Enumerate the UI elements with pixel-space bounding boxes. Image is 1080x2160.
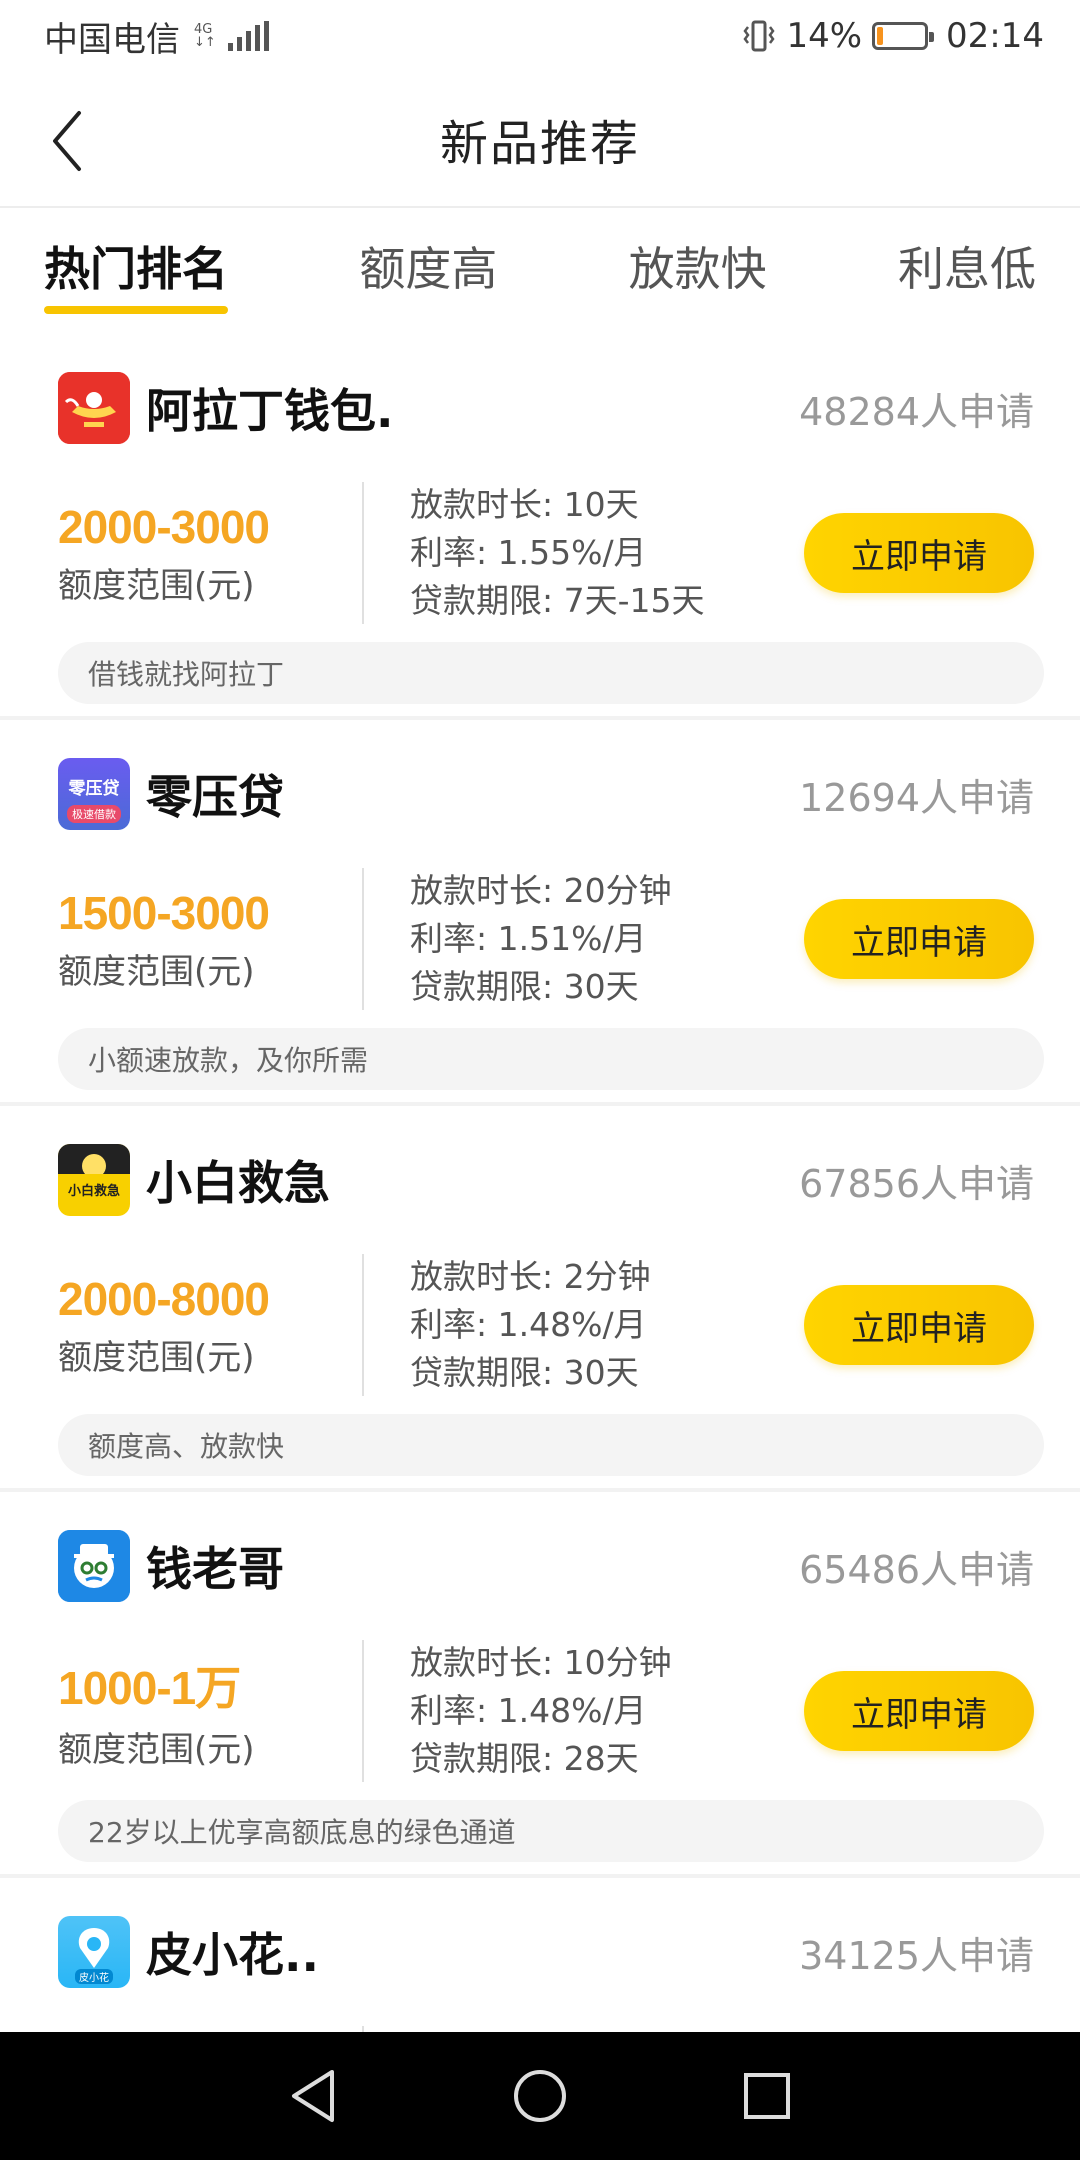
home-circle-icon[interactable]	[510, 2066, 570, 2126]
loan-term: 贷款期限: 30天	[410, 967, 639, 1006]
page-title: 新品推荐	[439, 116, 640, 172]
card-body: 1500-3000 额度范围(元) 放款时长: 20分钟 利率: 1.51%/月…	[58, 866, 1034, 1012]
product-name: 皮小花..	[146, 1928, 319, 1982]
loan-info: 放款时长: 10天 利率: 1.55%/月 贷款期限: 7天-15天	[410, 481, 804, 625]
applicant-count: 65486人申请	[799, 1547, 1034, 1592]
divider	[362, 1640, 364, 1782]
card-header: 小白救急 小白救急 67856人申请	[58, 1144, 1034, 1216]
loan-term: 贷款期限: 28天	[410, 1739, 639, 1778]
battery-fill	[877, 27, 884, 45]
status-bar: 中国电信 4G ↓↑ 14% 02:14	[0, 0, 1080, 72]
lingyadai-logo-icon: 零压贷 极速借款	[58, 758, 130, 830]
chevron-left-icon	[53, 111, 81, 171]
amount-label: 额度范围(元)	[58, 1337, 255, 1378]
status-right: 14% 02:14	[742, 16, 1044, 56]
page-header: 新品推荐	[0, 72, 1080, 208]
system-nav-bar	[0, 2032, 1080, 2160]
product-name: 小白救急	[146, 1156, 330, 1210]
interest-rate: 利率: 1.48%/月	[410, 1691, 647, 1730]
interest-rate: 利率: 1.51%/月	[410, 919, 647, 958]
amount-range: 1500-3000	[58, 886, 270, 939]
amount-column: 2000-3000 额度范围(元)	[58, 500, 362, 607]
applicant-count: 12694人申请	[799, 775, 1034, 820]
back-triangle-icon[interactable]	[283, 2066, 343, 2126]
tab-high-amount[interactable]: 额度高	[359, 210, 497, 322]
product-slogan: 额度高、放款快	[58, 1414, 1044, 1476]
loan-time: 放款时长: 20分钟	[410, 871, 672, 910]
recents-square-icon[interactable]	[737, 2066, 797, 2126]
product-slogan: 小额速放款，及你所需	[58, 1028, 1044, 1090]
product-name: 阿拉丁钱包.	[146, 384, 394, 438]
card-header: 零压贷 极速借款 零压贷 12694人申请	[58, 758, 1034, 830]
loan-time: 放款时长: 2分钟	[410, 1257, 651, 1296]
amount-column: 1000-1万 额度范围(元)	[58, 1652, 362, 1771]
product-slogan: 22岁以上优享高额底息的绿色通道	[58, 1800, 1044, 1862]
tab-fast-loan[interactable]: 放款快	[629, 210, 767, 322]
tab-low-interest[interactable]: 利息低	[898, 210, 1036, 322]
amount-label: 额度范围(元)	[58, 951, 255, 992]
loan-term: 贷款期限: 30天	[410, 1353, 639, 1392]
card-body: 1000-1万 额度范围(元) 放款时长: 10分钟 利率: 1.48%/月 贷…	[58, 1638, 1034, 1784]
card-body: 2000-3000 额度范围(元) 放款时长: 10天 利率: 1.55%/月 …	[58, 480, 1034, 626]
card-header: 钱老哥 65486人申请	[58, 1530, 1034, 1602]
amount-range: 1000-1万	[58, 1661, 241, 1714]
loan-time: 放款时长: 10分钟	[410, 1643, 672, 1682]
loan-time: 放款时长: 10天	[410, 485, 639, 524]
product-card[interactable]: 小白救急 小白救急 67856人申请 2000-8000 额度范围(元) 放款时…	[0, 1106, 1080, 1492]
qianlaoge-logo-icon	[58, 1530, 130, 1602]
amount-label: 额度范围(元)	[58, 1729, 255, 1770]
xiaobai-logo-icon: 小白救急	[58, 1144, 130, 1216]
applicant-count: 48284人申请	[799, 389, 1034, 434]
amount-range: 2000-3000	[58, 500, 270, 553]
loan-info: 放款时长: 20分钟 利率: 1.51%/月 贷款期限: 30天	[410, 867, 804, 1011]
card-header: 皮小花 皮小花.. 34125人申请	[58, 1916, 1034, 1988]
divider	[362, 482, 364, 624]
product-card[interactable]: 钱老哥 65486人申请 1000-1万 额度范围(元) 放款时长: 10分钟 …	[0, 1492, 1080, 1878]
product-card[interactable]: 零压贷 极速借款 零压贷 12694人申请 1500-3000 额度范围(元) …	[0, 720, 1080, 1106]
amount-range: 2000-8000	[58, 1272, 270, 1325]
signal-icon	[227, 21, 269, 51]
card-header: 阿拉丁钱包. 48284人申请	[58, 372, 1034, 444]
loan-info: 放款时长: 10分钟 利率: 1.48%/月 贷款期限: 28天	[410, 1639, 804, 1783]
amount-column: 2000-8000 额度范围(元)	[58, 1272, 362, 1379]
product-name: 零压贷	[146, 770, 284, 824]
loan-term: 贷款期限: 7天-15天	[410, 581, 705, 620]
product-name: 钱老哥	[146, 1542, 284, 1596]
applicant-count: 34125人申请	[799, 1933, 1034, 1978]
product-slogan: 借钱就找阿拉丁	[58, 642, 1044, 704]
aladdin-lamp-logo-icon	[58, 372, 130, 444]
apply-button[interactable]: 立即申请	[804, 899, 1034, 979]
battery-percent: 14%	[786, 16, 863, 56]
apply-button[interactable]: 立即申请	[804, 1285, 1034, 1365]
pixiaohua-logo-icon: 皮小花	[58, 1916, 130, 1988]
amount-label: 额度范围(元)	[58, 565, 255, 606]
tab-hot-ranking[interactable]: 热门排名	[44, 210, 228, 322]
loan-info: 放款时长: 2分钟 利率: 1.48%/月 贷款期限: 30天	[410, 1253, 804, 1397]
card-body: 2000-8000 额度范围(元) 放款时长: 2分钟 利率: 1.48%/月 …	[58, 1252, 1034, 1398]
vibrate-icon	[743, 20, 775, 52]
applicant-count: 67856人申请	[799, 1161, 1034, 1206]
product-card[interactable]: 阿拉丁钱包. 48284人申请 2000-3000 额度范围(元) 放款时长: …	[0, 334, 1080, 720]
status-left: 中国电信 4G ↓↑	[44, 12, 269, 61]
carrier-name: 中国电信	[44, 19, 180, 60]
back-button[interactable]	[32, 106, 102, 176]
interest-rate: 利率: 1.48%/月	[410, 1305, 647, 1344]
battery-icon	[872, 22, 935, 50]
network-type: 4G ↓↑	[194, 22, 216, 50]
amount-column: 1500-3000 额度范围(元)	[58, 886, 362, 993]
clock: 02:14	[946, 16, 1044, 56]
divider	[362, 868, 364, 1010]
filter-tabs: 热门排名 额度高 放款快 利息低	[0, 210, 1080, 322]
apply-button[interactable]: 立即申请	[804, 513, 1034, 593]
divider	[362, 1254, 364, 1396]
apply-button[interactable]: 立即申请	[804, 1671, 1034, 1751]
interest-rate: 利率: 1.55%/月	[410, 533, 647, 572]
product-list: 阿拉丁钱包. 48284人申请 2000-3000 额度范围(元) 放款时长: …	[0, 334, 1080, 2160]
